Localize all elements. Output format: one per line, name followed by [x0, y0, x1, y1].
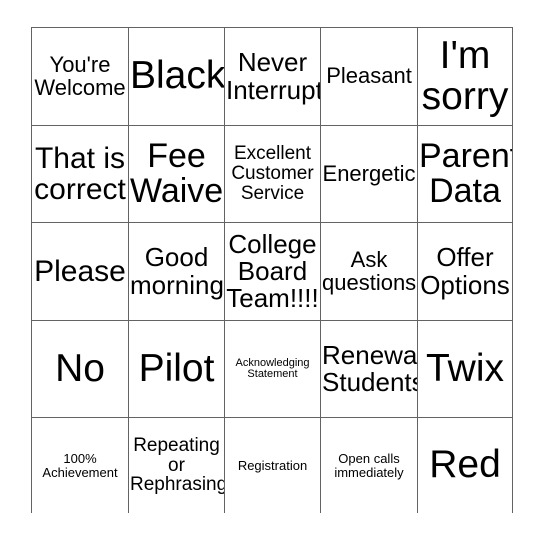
- bingo-cell[interactable]: Open calls immediately: [321, 418, 418, 513]
- bingo-cell-text: Black: [130, 54, 225, 98]
- bingo-cell-text: I'm sorry: [421, 33, 509, 118]
- bingo-cell-text: Twix: [426, 346, 504, 390]
- bingo-cell-text: Open calls immediately: [334, 450, 404, 480]
- bingo-cell[interactable]: Pilot: [129, 321, 225, 418]
- bingo-cell[interactable]: Repeating or Rephrasing: [129, 418, 225, 513]
- bingo-cell[interactable]: Renewal Students: [321, 321, 418, 418]
- bingo-cell[interactable]: Never Interrupt: [225, 28, 321, 126]
- bingo-cell-text: College Board Team!!!!: [226, 228, 319, 314]
- bingo-cell[interactable]: Acknowledging Statement: [225, 321, 321, 418]
- bingo-cell[interactable]: Pleasant: [321, 28, 418, 126]
- bingo-cell[interactable]: Red: [418, 418, 512, 513]
- bingo-cell-text: Never Interrupt: [226, 47, 321, 105]
- bingo-cell[interactable]: 100% Achievement: [32, 418, 129, 513]
- bingo-cell[interactable]: Registration: [225, 418, 321, 513]
- bingo-cell-text: Acknowledging Statement: [235, 356, 310, 380]
- bingo-cell-text: Ask questions: [322, 246, 417, 295]
- bingo-cell[interactable]: Twix: [418, 321, 512, 418]
- bingo-cell-text: Energetic: [322, 160, 416, 186]
- bingo-cell-text: No: [55, 346, 105, 390]
- bingo-cell-text: You're Welcome: [34, 51, 126, 100]
- bingo-cell[interactable]: Fee Waiver: [129, 126, 225, 223]
- bingo-cell[interactable]: Black: [129, 28, 225, 126]
- bingo-cell[interactable]: Energetic: [321, 126, 418, 223]
- bingo-cell-text: That is correct: [34, 141, 126, 206]
- bingo-card: You're Welcome Black Never Interrupt Ple…: [31, 27, 513, 513]
- bingo-cell[interactable]: I'm sorry: [418, 28, 512, 126]
- bingo-cell[interactable]: College Board Team!!!!: [225, 223, 321, 321]
- bingo-cell-text: 100% Achievement: [42, 450, 118, 480]
- bingo-cell-text: Repeating or Rephrasing: [130, 434, 225, 496]
- bingo-cell-text: Registration: [237, 457, 308, 473]
- bingo-cell-text: Offer Options: [420, 242, 510, 300]
- bingo-cell-text: Red: [429, 443, 501, 487]
- bingo-cell-text: Excellent Customer Service: [231, 143, 314, 204]
- bingo-cell[interactable]: Excellent Customer Service: [225, 126, 321, 223]
- bingo-cell-text: Pilot: [138, 346, 215, 390]
- bingo-cell[interactable]: Please: [32, 223, 129, 321]
- bingo-cell[interactable]: Offer Options: [418, 223, 512, 321]
- bingo-cell-text: Fee Waiver: [130, 136, 225, 210]
- bingo-cell[interactable]: Parent Data: [418, 126, 512, 223]
- bingo-cell[interactable]: Good morning: [129, 223, 225, 321]
- bingo-cell-text: Good morning: [130, 242, 224, 300]
- bingo-cell[interactable]: You're Welcome: [32, 28, 129, 126]
- bingo-cell[interactable]: That is correct: [32, 126, 129, 223]
- bingo-cell-text: Pleasant: [326, 63, 412, 89]
- bingo-cell-text: Parent Data: [419, 136, 512, 210]
- bingo-cell[interactable]: Ask questions: [321, 223, 418, 321]
- bingo-cell-text: Renewal Students: [322, 339, 418, 397]
- bingo-cell[interactable]: No: [32, 321, 129, 418]
- bingo-cell-text: Please: [34, 254, 126, 288]
